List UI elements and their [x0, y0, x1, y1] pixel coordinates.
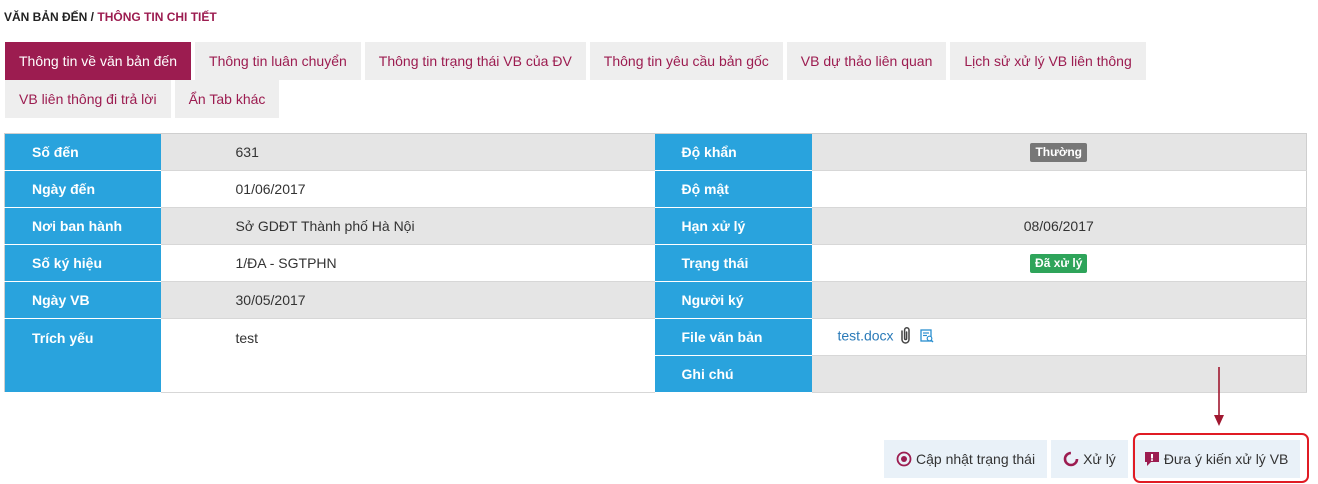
- annotation-arrow-icon: [1214, 367, 1224, 426]
- file-van-ban-cell: test.docx: [811, 318, 1307, 356]
- table-row: Ngày đến 01/06/2017 Độ mật: [4, 170, 1307, 208]
- breadcrumb-current: THÔNG TIN CHI TIẾT: [97, 10, 217, 24]
- ngay-den-value: 01/06/2017: [160, 170, 655, 208]
- document-info-table: Số đến 631 Độ khẩn Thường Ngày đến 01/06…: [4, 133, 1307, 393]
- file-link[interactable]: test.docx: [838, 328, 894, 344]
- tab-row-2: VB liên thông đi trả lời Ẩn Tab khác: [5, 80, 1155, 118]
- trich-yeu-value: test: [160, 318, 655, 393]
- noi-ban-hanh-label: Nơi ban hành: [4, 207, 161, 245]
- han-xu-ly-value: 08/06/2017: [811, 207, 1307, 245]
- ghi-chu-label: Ghi chú: [654, 355, 812, 393]
- tab-an-tab-khac[interactable]: Ẩn Tab khác: [174, 80, 280, 118]
- process-label: Xử lý: [1083, 451, 1116, 467]
- refresh-icon: [1063, 451, 1079, 467]
- preview-document-icon[interactable]: [920, 328, 934, 346]
- ghi-chu-value: [811, 355, 1307, 393]
- breadcrumb: VĂN BẢN ĐẾN / THÔNG TIN CHI TIẾT: [4, 10, 217, 24]
- table-row: Số ký hiệu 1/ĐA - SGTPHN Trạng thái Đã x…: [4, 244, 1307, 282]
- tab-thong-tin-trang-thai-vb[interactable]: Thông tin trạng thái VB của ĐV: [364, 42, 586, 80]
- do-mat-value: [811, 170, 1307, 208]
- update-status-label: Cập nhật trạng thái: [916, 451, 1036, 467]
- trich-yeu-label: Trích yếu: [4, 318, 161, 393]
- paperclip-icon[interactable]: [899, 327, 912, 347]
- noi-ban-hanh-value: Sở GDĐT Thành phố Hà Nội: [160, 207, 655, 245]
- table-row: Ngày VB 30/05/2017 Người ký: [4, 281, 1307, 319]
- breadcrumb-separator: /: [87, 10, 98, 24]
- update-status-button[interactable]: Cập nhật trạng thái: [884, 440, 1048, 478]
- tab-thong-tin-yeu-cau-ban-goc[interactable]: Thông tin yêu cầu bản gốc: [589, 42, 783, 80]
- trang-thai-cell: Đã xử lý: [811, 244, 1307, 282]
- annotation-highlight-box: [1133, 433, 1309, 483]
- ngay-den-label: Ngày đến: [4, 170, 161, 208]
- tab-thong-tin-van-ban-den[interactable]: Thông tin về văn bản đến: [5, 42, 192, 80]
- so-ky-hieu-value: 1/ĐA - SGTPHN: [160, 244, 655, 282]
- tab-vb-lien-thong-di-tra-loi[interactable]: VB liên thông đi trả lời: [5, 80, 171, 118]
- do-khan-cell: Thường: [811, 133, 1307, 171]
- nguoi-ky-value: [811, 281, 1307, 319]
- ngay-vb-label: Ngày VB: [4, 281, 161, 319]
- so-den-label: Số đến: [4, 133, 161, 171]
- breadcrumb-root[interactable]: VĂN BẢN ĐẾN: [4, 10, 87, 24]
- han-xu-ly-label: Hạn xử lý: [654, 207, 812, 245]
- tab-thong-tin-luan-chuyen[interactable]: Thông tin luân chuyển: [195, 42, 361, 80]
- do-khan-label: Độ khẩn: [654, 133, 812, 171]
- do-khan-badge: Thường: [1030, 142, 1088, 162]
- do-mat-label: Độ mật: [654, 170, 812, 208]
- tab-lich-su-xu-ly-vb-lien-thong[interactable]: Lịch sử xử lý VB liên thông: [950, 42, 1146, 80]
- radio-target-icon: [896, 451, 912, 467]
- table-row: Nơi ban hành Sở GDĐT Thành phố Hà Nội Hạ…: [4, 207, 1307, 245]
- trang-thai-badge: Đã xử lý: [1030, 253, 1088, 273]
- file-van-ban-label: File văn bản: [654, 318, 812, 356]
- nguoi-ky-label: Người ký: [654, 281, 812, 319]
- tab-row-1: Thông tin về văn bản đến Thông tin luân …: [5, 42, 1155, 80]
- ngay-vb-value: 30/05/2017: [160, 281, 655, 319]
- tab-vb-du-thao-lien-quan[interactable]: VB dự thảo liên quan: [786, 42, 947, 80]
- so-ky-hieu-label: Số ký hiệu: [4, 244, 161, 282]
- table-row: Số đến 631 Độ khẩn Thường: [4, 133, 1307, 171]
- process-button[interactable]: Xử lý: [1051, 440, 1128, 478]
- trang-thai-label: Trạng thái: [654, 244, 812, 282]
- so-den-value: 631: [160, 133, 655, 171]
- tab-bar: Thông tin về văn bản đến Thông tin luân …: [5, 42, 1155, 118]
- table-row: Trích yếu test File văn bản test.docx: [4, 318, 1307, 393]
